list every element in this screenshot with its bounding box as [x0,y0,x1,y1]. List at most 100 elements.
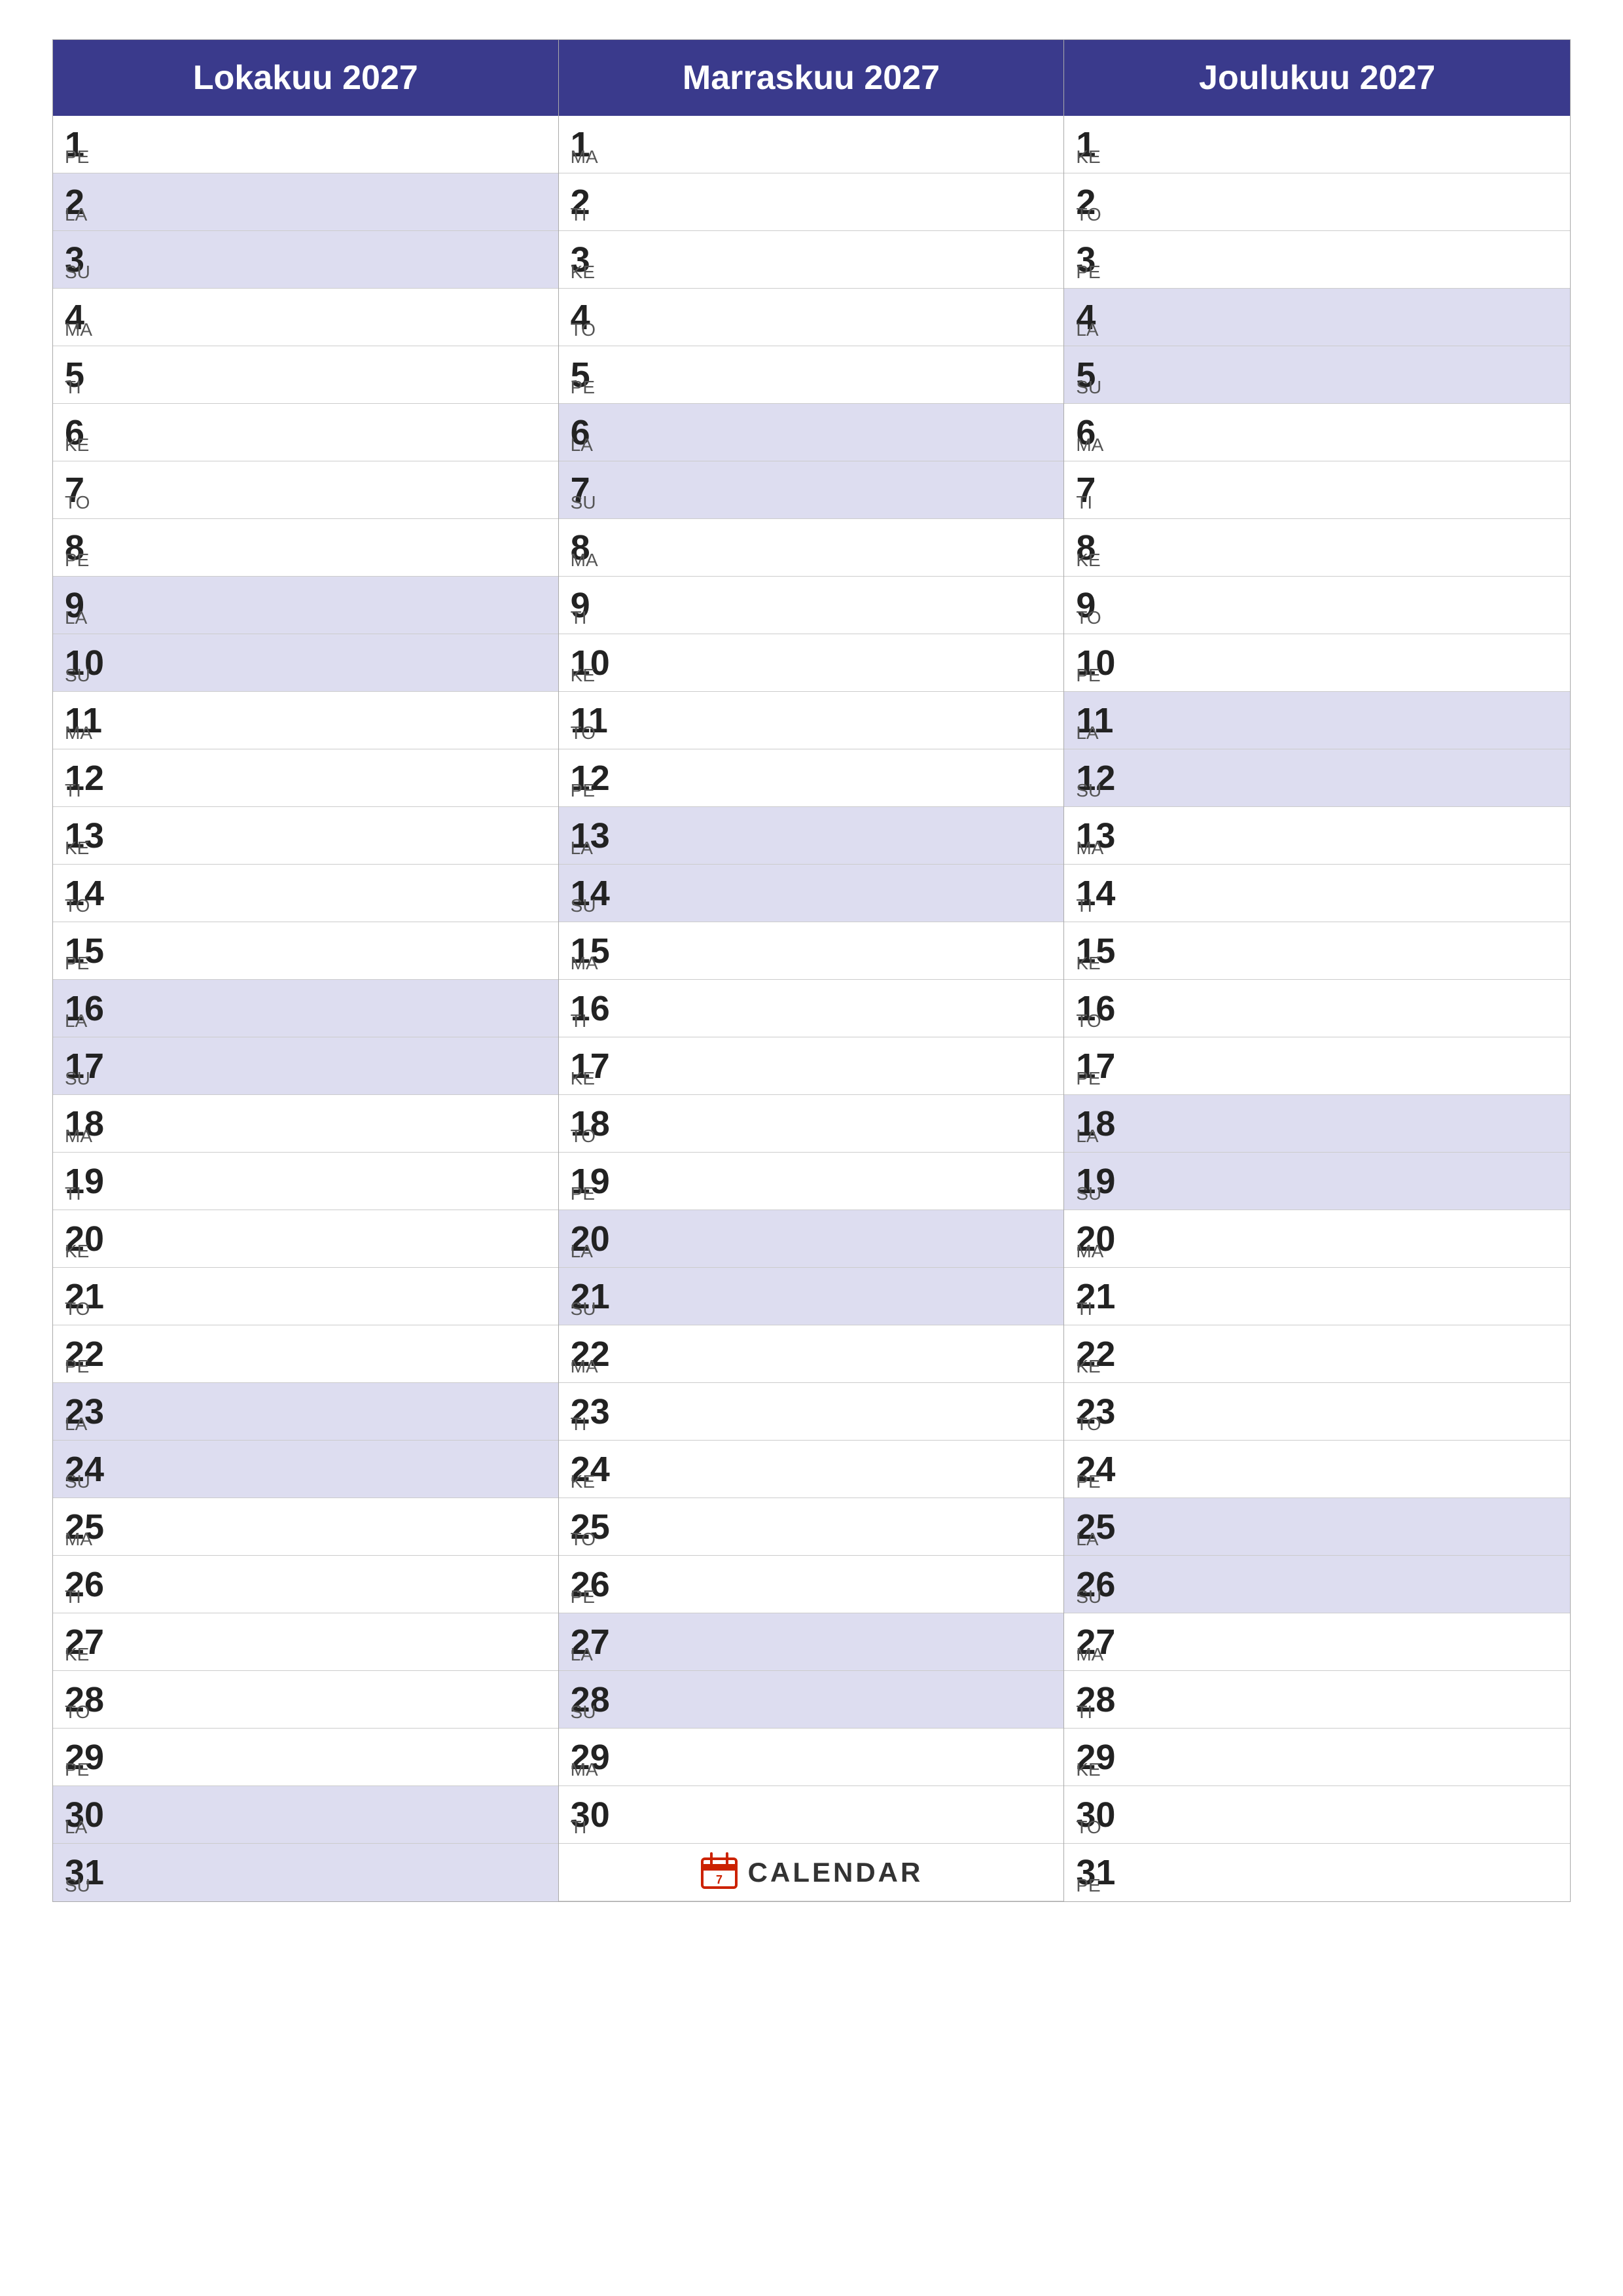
day-abbr-1-17: TO [571,1126,596,1147]
day-row-2-7: 8KE [1064,519,1570,577]
day-row-1-16: 17KE [559,1037,1064,1095]
day-abbr-0-26: KE [65,1644,89,1665]
day-row-2-4: 5SU [1064,346,1570,404]
day-abbr-1-7: MA [571,550,598,571]
logo-area: 7 CALENDAR [700,1851,923,1893]
day-abbr-1-5: LA [571,435,593,456]
day-row-0-22: 23LA [53,1383,558,1441]
day-abbr-1-8: TI [571,607,587,628]
day-row-2-12: 13MA [1064,807,1570,865]
day-abbr-1-3: TO [571,319,596,340]
day-abbr-2-0: KE [1076,147,1100,168]
day-abbr-1-10: TO [571,723,596,744]
day-abbr-2-23: PE [1076,1471,1100,1492]
day-row-2-21: 22KE [1064,1325,1570,1383]
day-row-1-21: 22MA [559,1325,1064,1383]
day-abbr-2-5: MA [1076,435,1103,456]
day-row-0-25: 26TI [53,1556,558,1613]
day-row-0-12: 13KE [53,807,558,865]
day-abbr-1-29: TI [571,1817,587,1838]
day-row-2-15: 16TO [1064,980,1570,1037]
day-abbr-0-20: TO [65,1299,90,1319]
day-row-1-24: 25TO [559,1498,1064,1556]
day-abbr-0-9: SU [65,665,90,686]
day-row-2-3: 4LA [1064,289,1570,346]
day-abbr-0-2: SU [65,262,90,283]
day-row-2-29: 30TO [1064,1786,1570,1844]
day-row-1-28: 29MA [559,1729,1064,1786]
day-abbr-2-14: KE [1076,953,1100,974]
day-abbr-2-29: TO [1076,1817,1101,1838]
day-row-2-8: 9TO [1064,577,1570,634]
day-row-0-16: 17SU [53,1037,558,1095]
day-row-0-5: 6KE [53,404,558,461]
day-abbr-2-2: PE [1076,262,1100,283]
day-row-2-2: 3PE [1064,231,1570,289]
day-row-1-26: 27LA [559,1613,1064,1671]
day-abbr-1-15: TI [571,1011,587,1031]
day-row-1-8: 9TI [559,577,1064,634]
day-row-0-9: 10SU [53,634,558,692]
day-row-0-28: 29PE [53,1729,558,1786]
day-abbr-0-5: KE [65,435,89,456]
day-abbr-0-17: MA [65,1126,92,1147]
day-abbr-0-19: KE [65,1241,89,1262]
day-abbr-1-23: KE [571,1471,595,1492]
day-abbr-0-21: PE [65,1356,89,1377]
day-abbr-2-22: TO [1076,1414,1101,1435]
day-abbr-1-16: KE [571,1068,595,1089]
day-row-0-15: 16LA [53,980,558,1037]
day-abbr-2-24: LA [1076,1529,1098,1550]
day-row-2-22: 23TO [1064,1383,1570,1441]
day-abbr-1-22: TI [571,1414,587,1435]
logo-text: CALENDAR [748,1857,923,1888]
day-row-0-17: 18MA [53,1095,558,1153]
day-row-1-17: 18TO [559,1095,1064,1153]
day-abbr-0-4: TI [65,377,81,398]
day-row-0-21: 22PE [53,1325,558,1383]
day-row-0-10: 11MA [53,692,558,749]
day-abbr-2-16: PE [1076,1068,1100,1089]
day-abbr-1-4: PE [571,377,595,398]
month-col-0: 1PE2LA3SU4MA5TI6KE7TO8PE9LA10SU11MA12TI1… [53,116,559,1901]
day-abbr-0-30: SU [65,1875,90,1896]
day-row-1-5: 6LA [559,404,1064,461]
day-abbr-0-3: MA [65,319,92,340]
month-header-0: Lokakuu 2027 [53,40,559,116]
day-row-2-0: 1KE [1064,116,1570,173]
day-row-0-13: 14TO [53,865,558,922]
day-row-2-6: 7TI [1064,461,1570,519]
day-row-2-28: 29KE [1064,1729,1570,1786]
day-row-2-16: 17PE [1064,1037,1570,1095]
day-row-2-1: 2TO [1064,173,1570,231]
day-row-2-20: 21TI [1064,1268,1570,1325]
day-row-1-27: 28SU [559,1671,1064,1729]
day-row-2-17: 18LA [1064,1095,1570,1153]
day-abbr-2-1: TO [1076,204,1101,225]
day-abbr-2-11: SU [1076,780,1101,801]
day-row-1-19: 20LA [559,1210,1064,1268]
day-abbr-2-25: SU [1076,1587,1101,1607]
day-abbr-2-10: LA [1076,723,1098,744]
day-abbr-1-20: SU [571,1299,596,1319]
day-abbr-1-24: TO [571,1529,596,1550]
day-abbr-2-30: PE [1076,1875,1100,1896]
day-abbr-0-8: LA [65,607,87,628]
day-abbr-1-14: MA [571,953,598,974]
day-abbr-1-27: SU [571,1702,596,1723]
day-row-1-2: 3KE [559,231,1064,289]
day-abbr-2-19: MA [1076,1241,1103,1262]
day-row-0-20: 21TO [53,1268,558,1325]
day-row-2-13: 14TI [1064,865,1570,922]
day-abbr-2-20: TI [1076,1299,1092,1319]
day-abbr-2-27: TI [1076,1702,1092,1723]
day-row-2-9: 10PE [1064,634,1570,692]
day-row-1-18: 19PE [559,1153,1064,1210]
day-row-0-0: 1PE [53,116,558,173]
day-row-0-24: 25MA [53,1498,558,1556]
day-abbr-1-25: PE [571,1587,595,1607]
day-row-2-5: 6MA [1064,404,1570,461]
day-row-1-1: 2TI [559,173,1064,231]
month-col-1: 1MA2TI3KE4TO5PE6LA7SU8MA9TI10KE11TO12PE1… [559,116,1065,1901]
day-abbr-0-10: MA [65,723,92,744]
